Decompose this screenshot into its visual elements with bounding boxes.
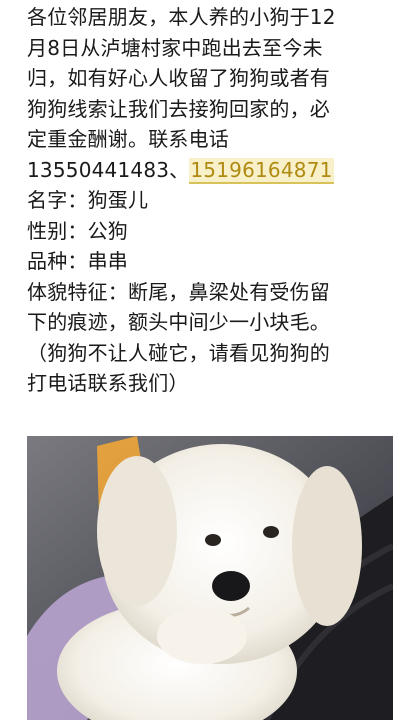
features-line-3: （狗狗不让人碰它，请看见狗狗的 xyxy=(27,340,330,365)
dog-breed-line: 品种：串串 xyxy=(27,249,128,273)
features-line-4: 打电话联系我们） xyxy=(27,371,189,395)
features-line-1: 体貌特征：断尾，鼻梁处有受伤留 xyxy=(27,279,330,304)
contact-phones: 13550441483、15196164871 xyxy=(27,155,397,186)
dog-right-eye xyxy=(263,526,279,538)
post-line-4: 狗狗线索让我们去接狗回家的，必 xyxy=(27,96,330,121)
dog-gender-line: 性别：公狗 xyxy=(27,218,128,243)
phone-separator: 、 xyxy=(169,157,190,182)
phone-number-link[interactable]: 15196164871 xyxy=(189,157,334,184)
post-line-3: 归，如有好心人收留了狗狗或者有 xyxy=(27,66,330,90)
features-line-2: 下的痕迹，额头中间少一小块毛。 xyxy=(27,310,330,334)
post-line-5: 定重金酬谢。联系电话 xyxy=(27,127,229,151)
dog-left-ear xyxy=(97,456,177,606)
dog-right-ear xyxy=(292,466,362,626)
dog-paw xyxy=(157,608,247,664)
dog-photo[interactable] xyxy=(27,436,393,720)
dog-name-line: 名字：狗蛋儿 xyxy=(27,188,149,212)
dog-photo-illustration xyxy=(27,436,393,720)
lost-dog-post: 各位邻居朋友，本人养的小狗于12 月8日从泸塘村家中跑出去至今未 归，如有好心人… xyxy=(0,0,411,720)
dog-left-eye xyxy=(205,534,221,546)
phone-number-primary[interactable]: 13550441483 xyxy=(27,158,169,182)
post-text: 各位邻居朋友，本人养的小狗于12 月8日从泸塘村家中跑出去至今未 归，如有好心人… xyxy=(27,2,397,399)
dog-nose xyxy=(212,571,250,601)
post-line-1: 各位邻居朋友，本人养的小狗于12 xyxy=(27,5,336,29)
post-line-2: 月8日从泸塘村家中跑出去至今未 xyxy=(27,35,323,60)
